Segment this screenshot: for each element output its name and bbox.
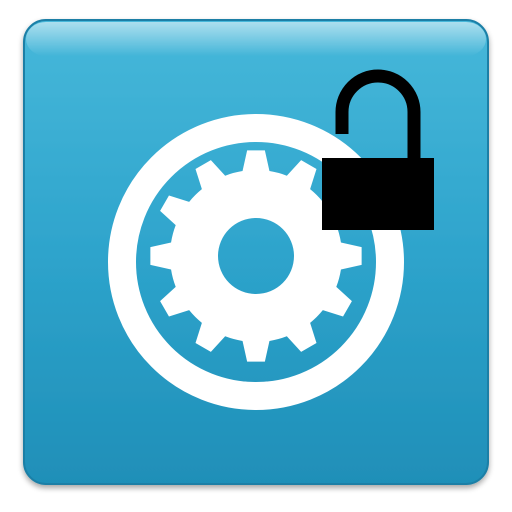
icon-canvas (0, 0, 512, 512)
tile-background (23, 19, 489, 485)
app-icon[interactable] (0, 0, 512, 512)
tile-gloss (26, 22, 486, 56)
padlock-body (322, 158, 434, 230)
